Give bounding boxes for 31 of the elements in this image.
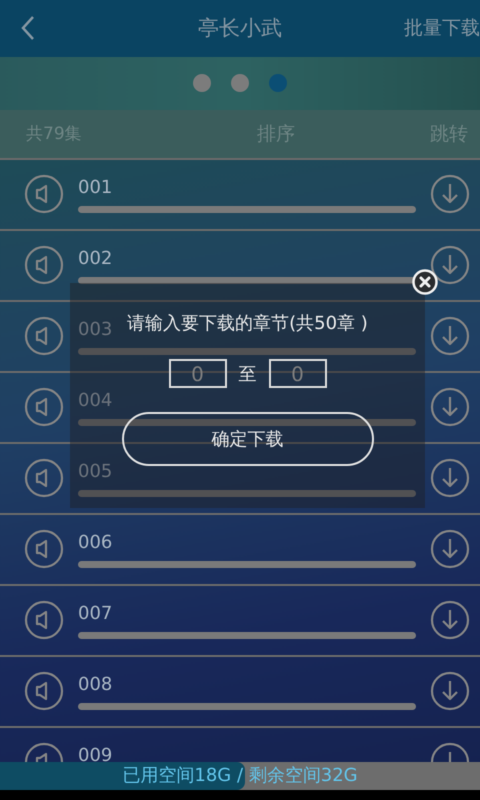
speaker-icon[interactable] bbox=[24, 316, 64, 356]
speaker-icon[interactable] bbox=[24, 671, 64, 712]
speaker-icon[interactable] bbox=[24, 529, 64, 570]
download-icon[interactable] bbox=[430, 245, 470, 286]
back-icon[interactable] bbox=[20, 15, 36, 42]
batch-download-link[interactable]: 批量下载 bbox=[404, 15, 480, 42]
episode-title: 001 bbox=[78, 178, 112, 198]
episode-title: 008 bbox=[78, 674, 112, 695]
speaker-icon[interactable] bbox=[24, 600, 64, 640]
page-dot[interactable] bbox=[231, 74, 249, 92]
episode-title: 006 bbox=[78, 532, 112, 553]
from-field[interactable]: 0 bbox=[168, 359, 226, 388]
speaker-icon[interactable] bbox=[24, 174, 64, 214]
episode-title: 004 bbox=[78, 390, 112, 411]
episode-title: 009 bbox=[78, 746, 112, 762]
page-dot[interactable] bbox=[193, 74, 211, 92]
speaker-icon[interactable] bbox=[24, 245, 64, 286]
episode-title: 005 bbox=[78, 462, 112, 482]
episode-title: 003 bbox=[78, 320, 112, 340]
confirm-download-button[interactable]: 确定下载 bbox=[122, 412, 374, 466]
dialog-prompt: 请输入要下载的章节(共50章 ) bbox=[127, 312, 368, 335]
storage-text: 已用空间18G / 剩余空间32G bbox=[122, 765, 358, 786]
range-separator: 至 bbox=[238, 362, 256, 386]
page-dot[interactable] bbox=[269, 74, 287, 92]
episode-title: 007 bbox=[78, 604, 112, 624]
header-title: 亭长小武 bbox=[198, 16, 282, 40]
episode-title: 002 bbox=[78, 248, 112, 269]
speaker-icon[interactable] bbox=[24, 387, 64, 428]
close-icon[interactable] bbox=[412, 269, 438, 295]
to-field[interactable]: 0 bbox=[268, 359, 326, 388]
speaker-icon[interactable] bbox=[24, 458, 64, 498]
